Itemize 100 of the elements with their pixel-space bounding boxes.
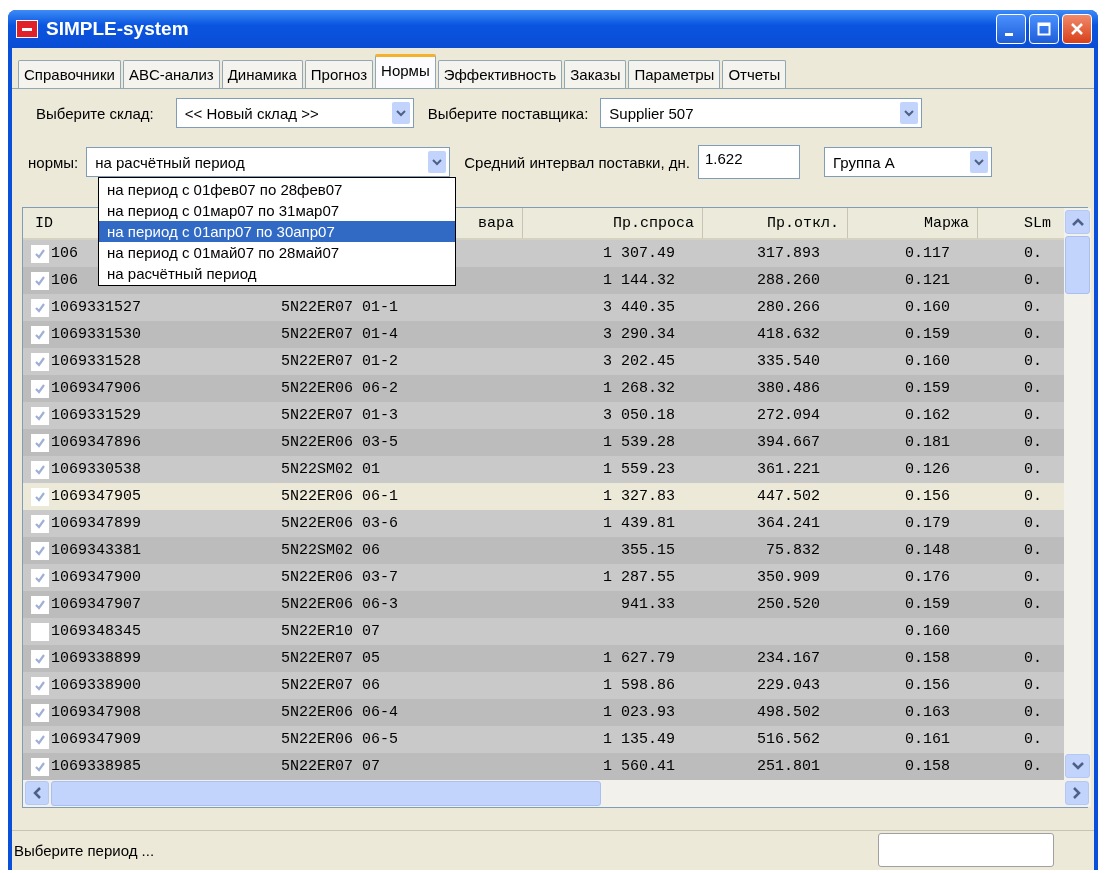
tab[interactable]: Параметры — [628, 60, 721, 88]
minimize-button[interactable] — [996, 14, 1026, 44]
table-cell: 0.121 — [905, 272, 950, 289]
column-header[interactable]: ID — [35, 214, 53, 232]
norms-dropdown[interactable]: на расчётный период — [86, 147, 451, 177]
checkbox[interactable] — [31, 730, 49, 749]
tab[interactable]: Отчеты — [722, 60, 787, 88]
table-cell: 0. — [1024, 380, 1042, 397]
table-cell: 1 144.32 — [603, 272, 675, 289]
scroll-thumb[interactable] — [1065, 236, 1090, 294]
table-cell: 1069338899 — [51, 650, 141, 667]
scroll-left-icon[interactable] — [25, 781, 49, 805]
checkbox[interactable] — [31, 379, 49, 398]
dropdown-option[interactable]: на период с 01фев07 по 28фев07 — [99, 179, 455, 200]
checkbox[interactable] — [31, 325, 49, 344]
checkbox[interactable] — [31, 676, 49, 695]
table-cell: 1069347900 — [51, 569, 141, 586]
tab[interactable]: ABC-анализ — [122, 60, 220, 88]
checkbox[interactable] — [31, 298, 49, 317]
column-header[interactable]: Маржа — [924, 214, 969, 232]
checkbox[interactable] — [31, 406, 49, 425]
table-cell: 0. — [1024, 407, 1042, 424]
table-cell: 0.163 — [905, 704, 950, 721]
scroll-thumb[interactable] — [51, 781, 601, 806]
table-cell: 1 023.93 — [603, 704, 675, 721]
interval-label: Средний интервал поставки, дн. — [464, 153, 690, 171]
checkbox[interactable] — [31, 622, 49, 641]
scroll-right-icon[interactable] — [1065, 781, 1089, 805]
scroll-down-icon[interactable] — [1065, 754, 1090, 778]
interval-field[interactable]: 1.622 — [697, 145, 800, 179]
table-cell: 5N22ER06 06-4 — [281, 704, 399, 721]
horizontal-scrollbar[interactable] — [23, 780, 1091, 807]
norms-label: нормы: — [28, 153, 79, 171]
table-cell: 1069347907 — [51, 596, 141, 613]
table-cell: 106 — [51, 245, 78, 262]
table-cell: 0.159 — [905, 596, 950, 613]
table-cell: 1069331528 — [51, 353, 141, 370]
checkbox[interactable] — [31, 568, 49, 587]
table-cell: 5N22ER06 03-5 — [281, 434, 399, 451]
column-header[interactable]: Пр.откл. — [767, 214, 839, 232]
table-cell: 0.162 — [905, 407, 950, 424]
checkbox[interactable] — [31, 271, 49, 290]
column-header[interactable]: Пр.спроса — [613, 214, 694, 232]
table-cell: 0. — [1024, 569, 1042, 586]
table-cell: 0. — [1024, 677, 1042, 694]
dropdown-option[interactable]: на расчётный период — [99, 263, 455, 284]
checkbox[interactable] — [31, 514, 49, 533]
column-header[interactable]: SLm — [1024, 214, 1051, 232]
tab[interactable]: Нормы — [375, 54, 436, 88]
supplier-dropdown[interactable]: Supplier 507 — [600, 98, 923, 128]
table-cell: 0. — [1024, 488, 1042, 505]
table-cell: 1 268.32 — [603, 380, 675, 397]
supplier-label: Выберите поставщика: — [427, 104, 589, 122]
column-header[interactable]: вара — [478, 214, 514, 232]
table-cell: 5N22ER07 01-2 — [281, 353, 399, 370]
table-cell: 0.179 — [905, 515, 950, 532]
scroll-up-icon[interactable] — [1065, 210, 1090, 234]
table-cell: 1069347906 — [51, 380, 141, 397]
app-icon — [16, 20, 38, 38]
checkbox[interactable] — [31, 487, 49, 506]
dropdown-option[interactable]: на период с 01апр07 по 30апр07 — [99, 221, 455, 242]
table-cell: 418.632 — [757, 326, 820, 343]
close-button[interactable] — [1062, 14, 1092, 44]
vertical-scrollbar[interactable] — [1064, 208, 1091, 780]
table-cell: 1069331529 — [51, 407, 141, 424]
checkbox[interactable] — [31, 244, 49, 263]
table-cell: 0. — [1024, 515, 1042, 532]
minimize-icon — [1005, 32, 1013, 36]
window-title: SIMPLE-system — [46, 18, 190, 40]
checkbox[interactable] — [31, 433, 49, 452]
tab[interactable]: Динамика — [221, 60, 303, 88]
table-cell: 1069331530 — [51, 326, 141, 343]
dropdown-option[interactable]: на период с 01май07 по 28май07 — [99, 242, 455, 263]
tab[interactable]: Заказы — [564, 60, 627, 88]
table-cell: 5N22SM02 01 — [281, 461, 381, 478]
checkbox[interactable] — [31, 649, 49, 668]
table-cell: 5N22ER07 01-1 — [281, 299, 399, 316]
group-dropdown[interactable]: Группа А — [823, 147, 992, 177]
table-cell: 75.832 — [766, 542, 820, 559]
checkbox[interactable] — [31, 460, 49, 479]
table-cell: 3 050.18 — [603, 407, 675, 424]
dropdown-option[interactable]: на период с 01мар07 по 31мар07 — [99, 200, 455, 221]
tab[interactable]: Эффективность — [437, 60, 563, 88]
checkbox[interactable] — [31, 757, 49, 776]
table-cell: 1069347905 — [51, 488, 141, 505]
warehouse-dropdown[interactable]: << Новый склад >> — [175, 98, 414, 128]
table-cell: 0. — [1024, 758, 1042, 775]
table-cell: 5N22SM02 06 — [281, 542, 381, 559]
maximize-button[interactable] — [1029, 14, 1059, 44]
tab[interactable]: Справочники — [18, 60, 121, 88]
table-cell: 1069347896 — [51, 434, 141, 451]
checkbox[interactable] — [31, 703, 49, 722]
table-cell: 1069347899 — [51, 515, 141, 532]
table-cell: 0.159 — [905, 380, 950, 397]
table-cell: 1 539.28 — [603, 434, 675, 451]
table-cell: 106 — [51, 272, 78, 289]
tab[interactable]: Прогноз — [304, 60, 374, 88]
checkbox[interactable] — [31, 595, 49, 614]
checkbox[interactable] — [31, 541, 49, 560]
checkbox[interactable] — [31, 352, 49, 371]
